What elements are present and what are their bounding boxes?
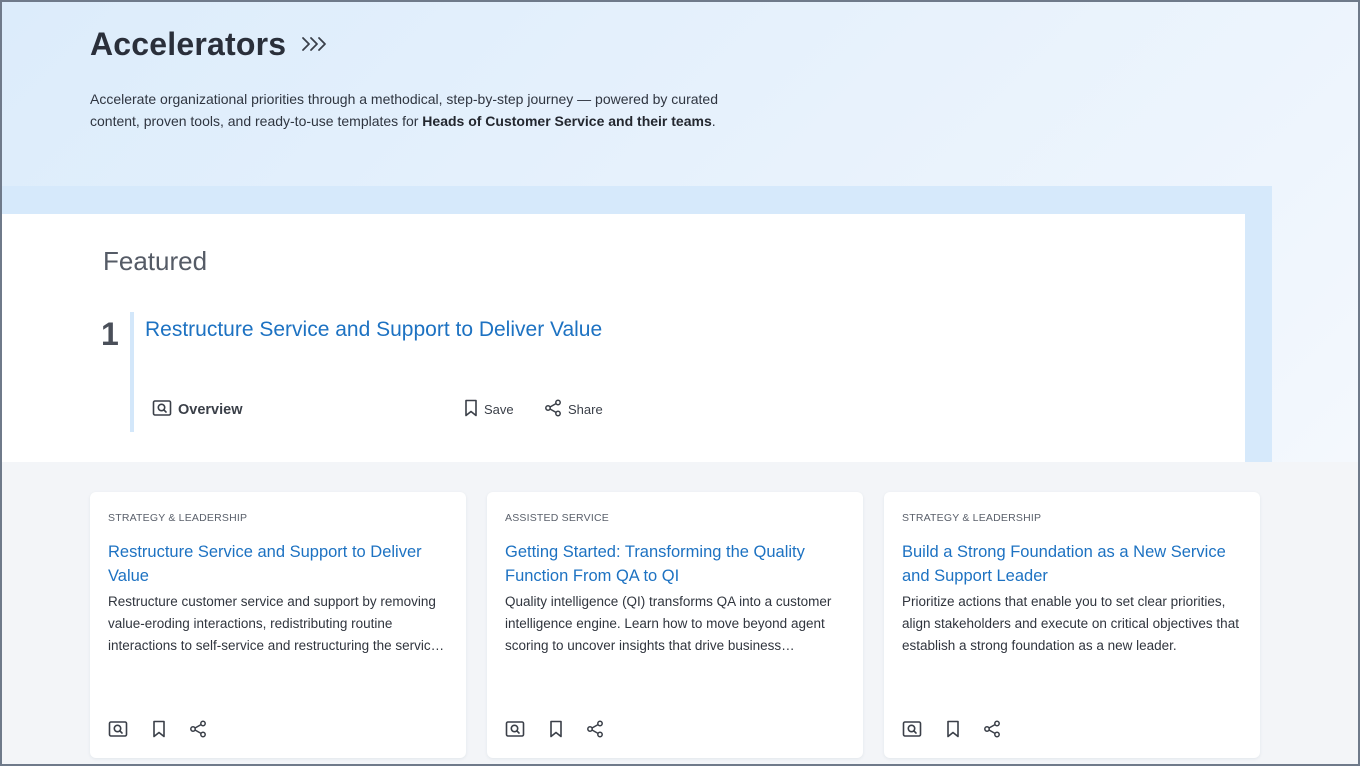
overview-icon [152,399,172,421]
overview-icon[interactable] [108,720,128,738]
bookmark-icon[interactable] [549,720,563,738]
triple-chevron-right-icon [300,34,330,59]
card-title-link[interactable]: Build a Strong Foundation as a New Servi… [902,540,1242,588]
share-icon[interactable] [189,720,207,738]
intro-audience: Heads of Customer Service and their team… [422,113,712,129]
card-title-link[interactable]: Getting Started: Transforming the Qualit… [505,540,845,588]
card-actions [108,720,207,738]
page-title: Accelerators [90,26,287,62]
overview-icon[interactable] [902,720,922,738]
bookmark-icon [464,399,478,420]
share-icon[interactable] [983,720,1001,738]
card-description: Prioritize actions that enable you to se… [902,594,1239,653]
card-category: STRATEGY & LEADERSHIP [108,512,248,524]
featured-section-label: Featured [103,246,208,276]
share-icon [544,399,562,420]
featured-item-title-link[interactable]: Restructure Service and Support to Deliv… [145,318,602,342]
featured-overview-button[interactable]: Overview [152,399,243,421]
card-description: Restructure customer service and support… [108,594,439,653]
featured-overview-label: Overview [178,402,243,418]
bookmark-icon[interactable] [946,720,960,738]
intro-end: . [711,113,716,129]
accelerator-card: STRATEGY & LEADERSHIP Build a Strong Fou… [884,492,1260,758]
card-actions [505,720,604,738]
accelerator-card: ASSISTED SERVICE Getting Started: Transf… [487,492,863,758]
card-description: Quality intelligence (QI) transforms QA … [505,594,832,653]
card-actions [902,720,1001,738]
featured-rank-number: 1 [101,316,119,352]
featured-share-button[interactable]: Share [544,399,603,420]
featured-save-label: Save [484,402,514,417]
featured-save-button[interactable]: Save [464,399,514,420]
accelerator-card: STRATEGY & LEADERSHIP Restructure Servic… [90,492,466,758]
card-category: ASSISTED SERVICE [505,512,609,524]
card-title-link[interactable]: Restructure Service and Support to Deliv… [108,540,448,588]
overview-icon[interactable] [505,720,525,738]
page-intro: Accelerate organizational priorities thr… [90,88,770,132]
card-category: STRATEGY & LEADERSHIP [902,512,1042,524]
page-title-row: Accelerators [90,26,330,63]
bookmark-icon[interactable] [152,720,166,738]
share-icon[interactable] [586,720,604,738]
featured-accent-bar [130,312,134,432]
featured-share-label: Share [568,402,603,417]
